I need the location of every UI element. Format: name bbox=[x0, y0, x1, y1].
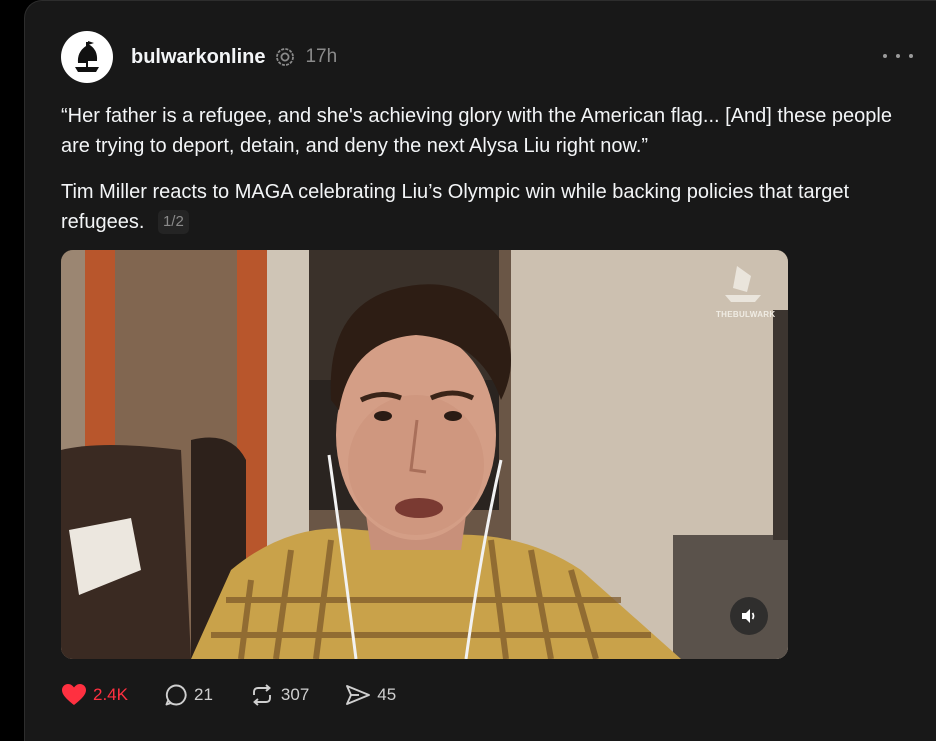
more-icon[interactable] bbox=[883, 45, 913, 67]
repost-button[interactable]: 307 bbox=[249, 683, 309, 707]
ship-logo-icon bbox=[75, 41, 99, 72]
post-header: bulwarkonline 17h bbox=[131, 43, 337, 71]
verified-icon bbox=[275, 47, 295, 67]
post-time[interactable]: 17h bbox=[305, 46, 337, 68]
post-quote: “Her father is a refugee, and she's achi… bbox=[61, 105, 892, 157]
speaker-icon[interactable] bbox=[730, 597, 768, 635]
like-count: 2.4K bbox=[93, 685, 128, 704]
username[interactable]: bulwarkonline bbox=[131, 46, 265, 69]
reply-button[interactable]: 21 bbox=[164, 683, 213, 707]
action-bar: 2.4K 21 307 45 bbox=[61, 681, 432, 709]
repost-icon bbox=[252, 684, 271, 706]
post-card: bulwarkonline 17h “Her father is a refug… bbox=[24, 0, 936, 741]
repost-count: 307 bbox=[280, 685, 310, 704]
reply-count: 21 bbox=[193, 685, 213, 704]
post-description: Tim Miller reacts to MAGA celebrating Li… bbox=[61, 177, 911, 237]
share-button[interactable]: 45 bbox=[345, 683, 396, 707]
watermark-text: THEBULWARK bbox=[716, 310, 776, 319]
share-icon bbox=[346, 685, 371, 705]
share-count: 45 bbox=[377, 685, 397, 704]
video-player[interactable]: THEBULWARK bbox=[61, 250, 788, 659]
video-frame bbox=[61, 250, 788, 659]
like-button[interactable]: 2.4K bbox=[61, 683, 128, 707]
page-indicator: 1/2 bbox=[157, 210, 189, 234]
heart-icon bbox=[62, 684, 86, 705]
avatar[interactable] bbox=[61, 31, 113, 83]
reply-icon bbox=[165, 684, 187, 706]
